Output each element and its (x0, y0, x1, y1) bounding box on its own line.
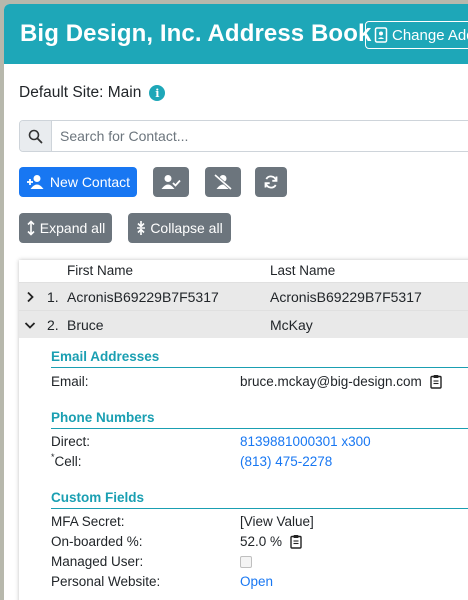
add-user-icon (26, 175, 44, 189)
default-site-row: Default Site: Main i (19, 84, 166, 102)
refresh-icon (264, 175, 278, 189)
section-divider (51, 428, 468, 429)
column-header-last-name[interactable]: Last Name (270, 263, 335, 278)
cell-last-name: McKay (270, 317, 313, 333)
expand-all-label: Expand all (39, 220, 106, 236)
row-index: 1. (47, 289, 59, 305)
chevron-right-icon[interactable] (24, 290, 36, 306)
cell-label-row: *Cell: (51, 452, 82, 469)
section-divider (51, 367, 468, 368)
contacts-table: First Name Last Name 1. AcronisB69229B7F… (19, 260, 468, 600)
contact-search (19, 120, 468, 152)
cell-phone-link[interactable]: (813) 475-2278 (240, 454, 332, 469)
collapse-all-label: Collapse all (150, 220, 223, 236)
table-row[interactable]: 1. AcronisB69229B7F5317 AcronisB69229B7F… (19, 282, 468, 310)
enable-user-button[interactable] (153, 167, 189, 197)
user-slash-icon (214, 174, 232, 190)
email-label: Email: (51, 374, 89, 389)
clipboard-icon[interactable] (290, 534, 302, 549)
address-book-icon (374, 27, 388, 43)
search-addon (20, 121, 52, 151)
search-icon (28, 129, 43, 143)
table-row[interactable]: 2. Bruce McKay (19, 310, 468, 338)
default-site-label: Default Site: Main (19, 84, 142, 101)
app-header: Big Design, Inc. Address Book Change Add… (4, 4, 468, 64)
change-address-book-label: Change Address (392, 26, 468, 44)
preferred-marker: * (51, 452, 55, 462)
new-contact-label: New Contact (49, 174, 131, 190)
cell-label: Cell: (54, 454, 82, 469)
collapse-arrows-icon (137, 221, 146, 235)
email-value-row: bruce.mckay@big-design.com (240, 374, 442, 389)
search-input[interactable] (52, 121, 468, 151)
direct-phone-link[interactable]: 8139881000301 x300 (240, 434, 371, 449)
expand-arrows-icon (27, 220, 35, 236)
cell-first-name: AcronisB69229B7F5317 (67, 289, 219, 305)
app-title: Big Design, Inc. Address Book (20, 20, 372, 47)
section-divider (51, 508, 468, 509)
onboarded-value: 52.0 % (240, 534, 283, 549)
chevron-down-icon[interactable] (24, 318, 36, 334)
personal-website-label: Personal Website: (51, 574, 161, 589)
user-check-icon (161, 175, 181, 189)
info-icon[interactable]: i (149, 85, 166, 101)
disable-user-button[interactable] (205, 167, 241, 197)
direct-label: Direct: (51, 434, 91, 449)
managed-user-label: Managed User: (51, 554, 144, 569)
phone-section-title: Phone Numbers (51, 410, 155, 425)
row-index: 2. (47, 317, 59, 333)
onboarded-label: On-boarded %: (51, 534, 143, 549)
clipboard-icon[interactable] (430, 374, 442, 389)
cell-first-name: Bruce (67, 317, 104, 333)
change-address-book-button[interactable]: Change Address (365, 21, 468, 49)
column-header-first-name[interactable]: First Name (67, 263, 133, 278)
refresh-button[interactable] (255, 167, 287, 197)
email-value: bruce.mckay@big-design.com (240, 374, 422, 389)
collapse-all-button[interactable]: Collapse all (128, 213, 231, 243)
address-book-window: Big Design, Inc. Address Book Change Ad d… (4, 4, 468, 600)
contact-detail-panel: Email Addresses Email: bruce.mckay@big-d… (19, 338, 468, 598)
managed-user-checkbox (240, 556, 252, 568)
email-section-title: Email Addresses (51, 349, 160, 364)
new-contact-button[interactable]: New Contact (19, 167, 137, 197)
expand-all-button[interactable]: Expand all (19, 213, 112, 243)
custom-fields-section-title: Custom Fields (51, 490, 145, 505)
table-header: First Name Last Name (19, 260, 468, 282)
mfa-secret-view-link[interactable]: [View Value] (240, 514, 314, 529)
mfa-secret-label: MFA Secret: (51, 514, 125, 529)
onboarded-value-row: 52.0 % (240, 534, 302, 549)
personal-website-link[interactable]: Open (240, 574, 273, 589)
cell-last-name: AcronisB69229B7F5317 (270, 289, 422, 305)
